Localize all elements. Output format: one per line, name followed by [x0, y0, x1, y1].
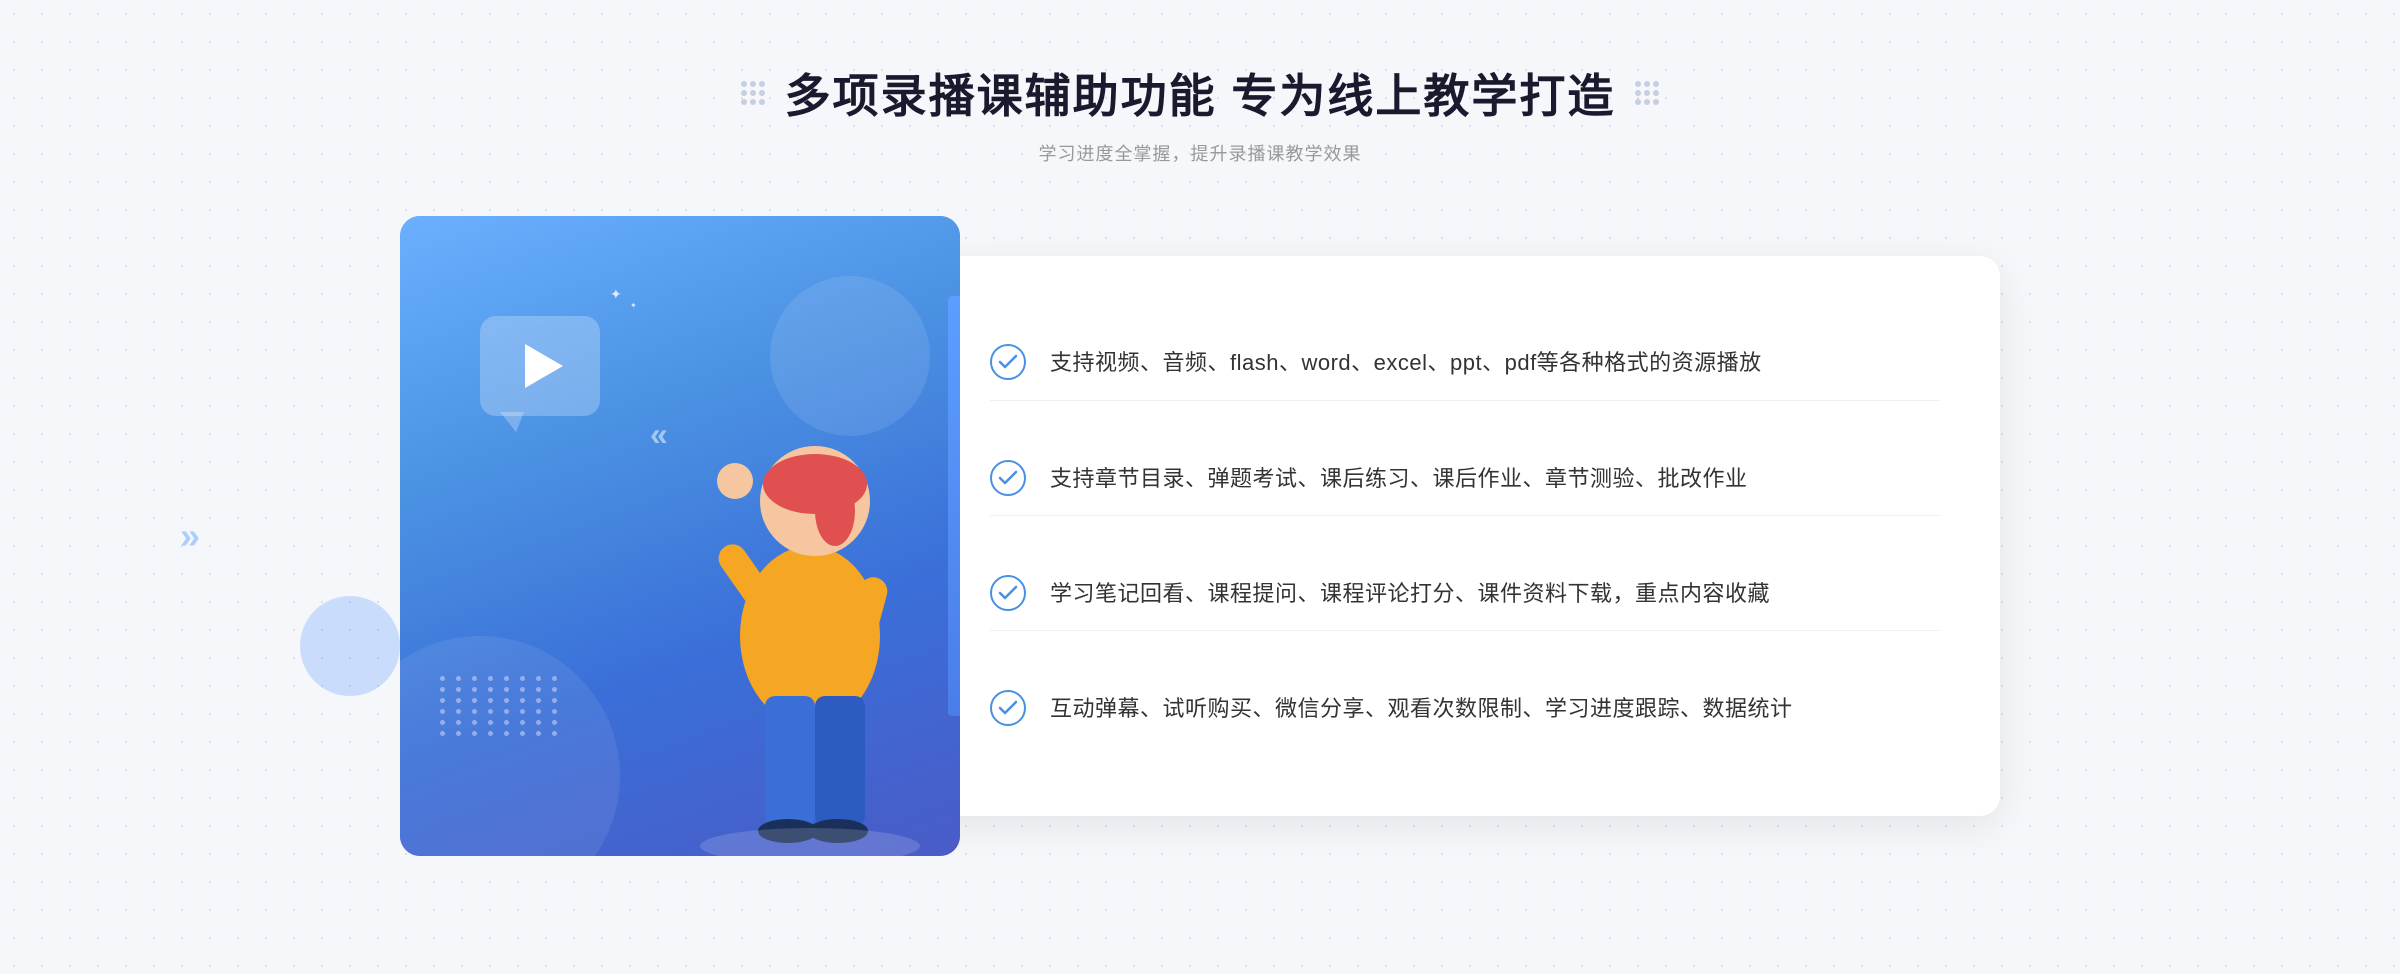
blue-bar-decor: [948, 296, 960, 716]
feature-text-4: 互动弹幕、试听购买、微信分享、观看次数限制、学习进度跟踪、数据统计: [1050, 690, 1793, 727]
header-section: 多项录播课辅助功能 专为线上教学打造 学习进度全掌握，提升录播课教学效果: [741, 60, 1660, 166]
feature-item-4: 互动弹幕、试听购买、微信分享、观看次数限制、学习进度跟踪、数据统计: [990, 672, 1940, 745]
illustration-card: ✦ ✦ «: [400, 216, 960, 856]
feature-item-1: 支持视频、音频、flash、word、excel、ppt、pdf等各种格式的资源…: [990, 326, 1940, 400]
illus-circle-large: [400, 636, 620, 856]
star-decor-1: ✦: [610, 286, 622, 303]
subtitle: 学习进度全掌握，提升录播课教学效果: [1039, 140, 1362, 166]
left-circle-decor: [300, 596, 400, 696]
main-title: 多项录播课辅助功能 专为线上教学打造: [785, 60, 1616, 126]
person-illustration: [620, 336, 960, 856]
feature-item-2: 支持章节目录、弹题考试、课后练习、课后作业、章节测验、批改作业: [990, 442, 1940, 516]
left-arrows-decor: »: [180, 515, 200, 557]
title-row: 多项录播课辅助功能 专为线上教学打造: [741, 60, 1660, 126]
feature-text-3: 学习笔记回看、课程提问、课程评论打分、课件资料下载，重点内容收藏: [1050, 575, 1770, 612]
play-bubble: [480, 316, 600, 416]
check-icon-2: [990, 460, 1026, 496]
decorative-dots-right: [1635, 81, 1659, 105]
check-icon-1: [990, 344, 1026, 380]
star-decor-2: ✦: [630, 301, 637, 310]
play-triangle: [525, 344, 563, 388]
feature-text-2: 支持章节目录、弹题考试、课后练习、课后作业、章节测验、批改作业: [1050, 460, 1748, 497]
feature-text-1: 支持视频、音频、flash、word、excel、ppt、pdf等各种格式的资源…: [1050, 344, 1762, 381]
content-area: » ✦ ✦ «: [400, 216, 2000, 856]
check-icon-3: [990, 575, 1026, 611]
content-panel: 支持视频、音频、flash、word、excel、ppt、pdf等各种格式的资源…: [930, 256, 2000, 816]
decorative-dots-left: [741, 81, 765, 105]
feature-item-3: 学习笔记回看、课程提问、课程评论打分、课件资料下载，重点内容收藏: [990, 557, 1940, 631]
check-icon-4: [990, 690, 1026, 726]
